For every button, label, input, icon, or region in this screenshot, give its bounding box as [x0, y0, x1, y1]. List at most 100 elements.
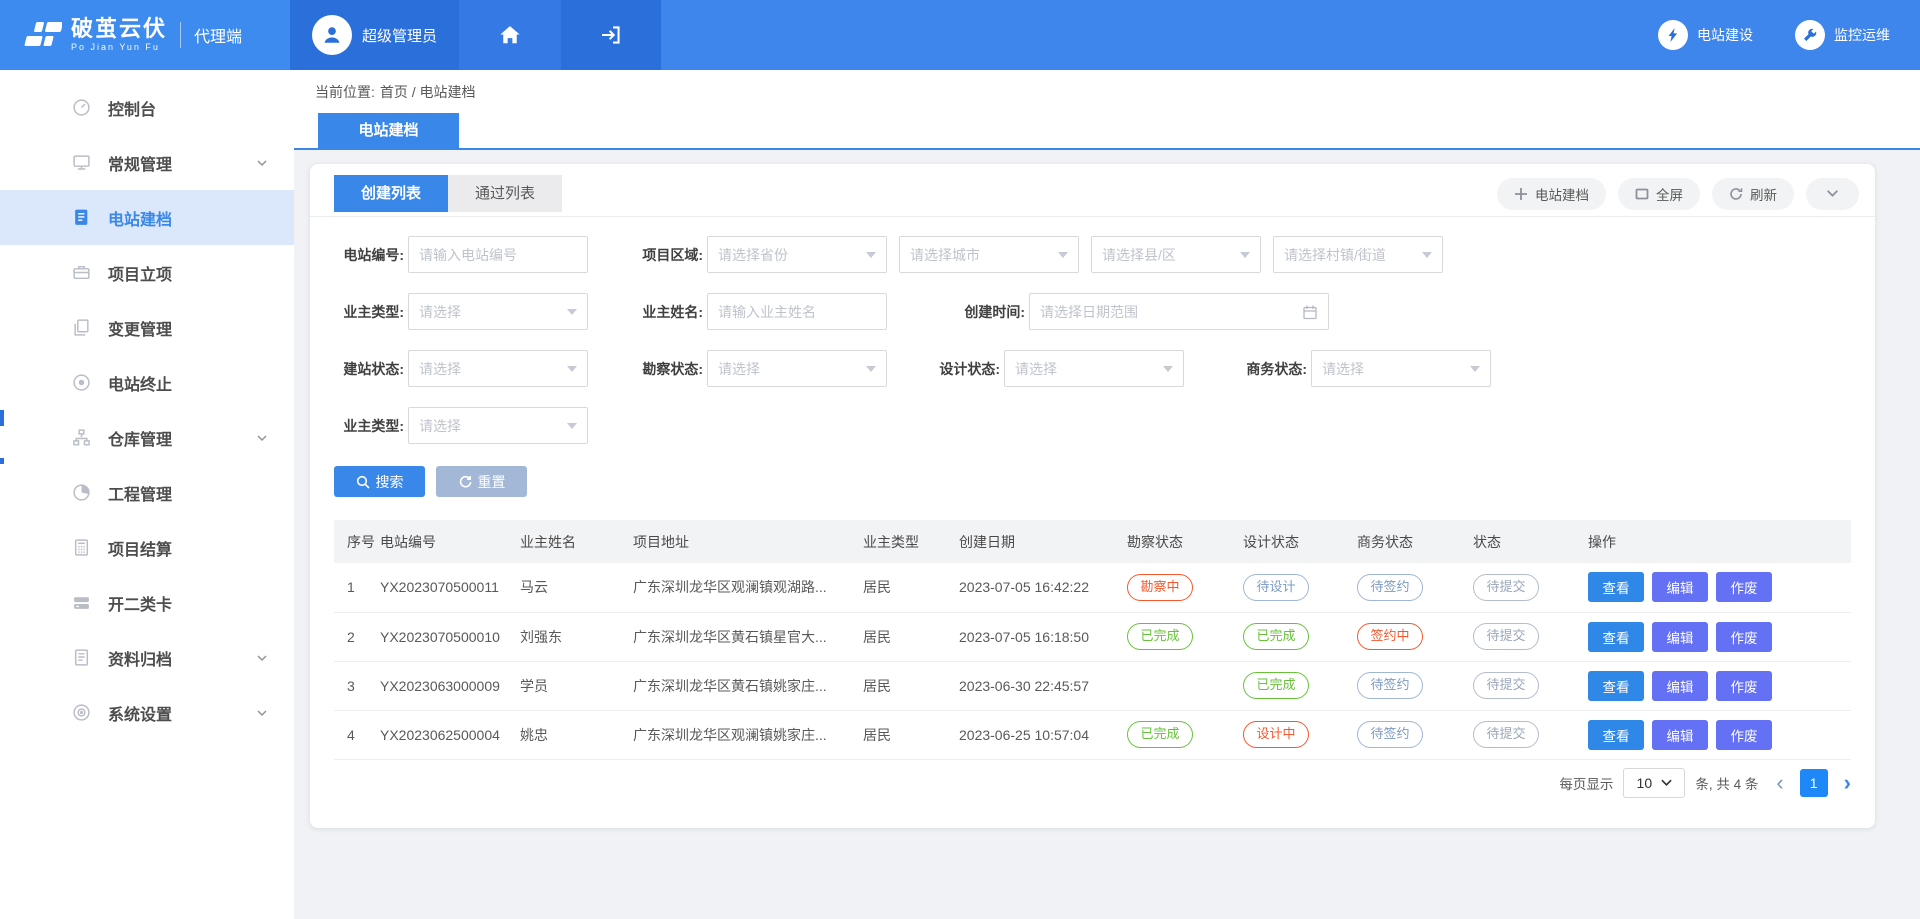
sidebar-item-general-mgmt[interactable]: 常规管理: [0, 135, 294, 190]
home-icon: [499, 24, 521, 46]
reset-button[interactable]: 重置: [436, 466, 527, 497]
col-business: 商务状态: [1357, 520, 1473, 563]
page-number-button[interactable]: 1: [1800, 769, 1828, 797]
caret-down-icon: [567, 309, 577, 315]
tab-passed-list[interactable]: 通过列表: [448, 175, 562, 212]
county-select[interactable]: 请选择县/区: [1091, 236, 1261, 273]
brand-title: 破茧云伏: [71, 17, 167, 40]
wrench-icon: [1802, 27, 1818, 43]
sidebar-item-type2-card[interactable]: 开二类卡: [0, 575, 294, 630]
void-button[interactable]: 作废: [1716, 720, 1772, 750]
sidebar-item-engineering-mgmt[interactable]: 工程管理: [0, 465, 294, 520]
town-select[interactable]: 请选择村镇/街道: [1273, 236, 1443, 273]
sidebar-item-project-initiation[interactable]: 项目立项: [0, 245, 294, 300]
void-button[interactable]: 作废: [1716, 671, 1772, 701]
page-size-select[interactable]: 10: [1623, 768, 1685, 798]
logout-button[interactable]: [561, 0, 661, 70]
breadcrumb-path[interactable]: 首页 / 电站建档: [380, 82, 476, 102]
date-range-picker[interactable]: 请选择日期范围: [1029, 293, 1329, 330]
filter-label-owner-type-2: 业主类型:: [334, 416, 404, 436]
filter-label-region: 项目区域:: [633, 245, 703, 265]
per-page-label: 每页显示: [1559, 773, 1613, 793]
sidebar-item-data-archive[interactable]: 资料归档: [0, 630, 294, 685]
settings-icon: [72, 703, 92, 723]
survey-status-badge: 勘察中: [1127, 574, 1193, 601]
sidebar-item-warehouse-mgmt[interactable]: 仓库管理: [0, 410, 294, 465]
city-select[interactable]: 请选择城市: [899, 236, 1079, 273]
sidebar-item-system-settings[interactable]: 系统设置: [0, 685, 294, 740]
nav-monitor-ops[interactable]: 监控运维: [1795, 20, 1890, 50]
list-card: 创建列表 通过列表 电站建档: [310, 164, 1875, 828]
breadcrumb: 当前位置: 首页 / 电站建档: [294, 70, 1920, 113]
build-status-select[interactable]: 请选择: [408, 350, 588, 387]
void-button[interactable]: 作废: [1716, 572, 1772, 602]
sidebar-scrollbar[interactable]: [0, 458, 4, 464]
pagination: 每页显示 10 条, 共 4 条 ‹ 1 ›: [334, 768, 1851, 798]
view-button[interactable]: 查看: [1588, 671, 1644, 701]
view-button[interactable]: 查看: [1588, 622, 1644, 652]
void-button[interactable]: 作废: [1716, 622, 1772, 652]
collapse-toolbar-button[interactable]: [1806, 178, 1859, 210]
view-button[interactable]: 查看: [1588, 720, 1644, 750]
filter-label-survey-status: 勘察状态:: [633, 359, 703, 379]
page-tab-station-archive[interactable]: 电站建档: [318, 113, 459, 148]
owner-type-select[interactable]: 请选择: [408, 293, 588, 330]
home-button[interactable]: [459, 0, 561, 70]
status-badge: 待提交: [1473, 623, 1539, 650]
sidebar-item-change-mgmt[interactable]: 变更管理: [0, 300, 294, 355]
edit-button[interactable]: 编辑: [1652, 622, 1708, 652]
edit-button[interactable]: 编辑: [1652, 572, 1708, 602]
tab-create-list[interactable]: 创建列表: [334, 175, 448, 212]
brand-subtitle: Po Jian Yun Fu: [71, 43, 167, 52]
chevron-down-icon: [256, 157, 268, 169]
col-no: 序号: [334, 520, 380, 563]
brand-logo-icon: [16, 15, 62, 55]
caret-down-icon: [1470, 366, 1480, 372]
view-button[interactable]: 查看: [1588, 572, 1644, 602]
sidebar-item-station-terminate[interactable]: 电站终止: [0, 355, 294, 410]
sidebar-item-console[interactable]: 控制台: [0, 80, 294, 135]
col-type: 业主类型: [863, 520, 959, 563]
nav-station-build[interactable]: 电站建设: [1658, 20, 1753, 50]
calendar-icon: [1302, 304, 1318, 320]
design-status-badge: 已完成: [1243, 623, 1309, 650]
sidebar-item-station-archive[interactable]: 电站建档: [0, 190, 294, 245]
status-badge: 待提交: [1473, 672, 1539, 699]
user-menu[interactable]: 超级管理员: [290, 0, 459, 70]
brand-area: 破茧云伏 Po Jian Yun Fu 代理端: [0, 0, 290, 70]
breadcrumb-label: 当前位置:: [315, 82, 375, 102]
caret-down-icon: [1058, 252, 1068, 258]
portal-label: 代理端: [180, 22, 242, 48]
col-survey: 勘察状态: [1127, 520, 1243, 563]
chevron-down-icon: [256, 432, 268, 444]
caret-down-icon: [1163, 366, 1173, 372]
province-select[interactable]: 请选择省份: [707, 236, 887, 273]
col-status: 状态: [1473, 520, 1588, 563]
owner-type-select-2[interactable]: 请选择: [408, 407, 588, 444]
station-no-input[interactable]: [408, 236, 588, 273]
prev-page-button[interactable]: ‹: [1776, 772, 1783, 794]
add-station-button[interactable]: 电站建档: [1497, 178, 1606, 210]
plus-icon: [1514, 187, 1528, 201]
page-tab-row: 电站建档: [294, 113, 1920, 150]
filter-form: 电站编号: 项目区域: 请选择省份 请选择城市 请选择县/区: [310, 217, 1875, 497]
design-status-select[interactable]: 请选择: [1004, 350, 1184, 387]
business-status-select[interactable]: 请选择: [1311, 350, 1491, 387]
document-icon: [72, 208, 92, 228]
sidebar-item-project-settlement[interactable]: 项目结算: [0, 520, 294, 575]
survey-status-select[interactable]: 请选择: [707, 350, 887, 387]
chevron-down-icon: [1661, 779, 1672, 786]
logout-icon: [600, 24, 622, 46]
col-created: 创建日期: [959, 520, 1127, 563]
edit-button[interactable]: 编辑: [1652, 720, 1708, 750]
owner-name-input[interactable]: [707, 293, 887, 330]
design-status-badge: 设计中: [1243, 721, 1309, 748]
edit-button[interactable]: 编辑: [1652, 671, 1708, 701]
refresh-button[interactable]: 刷新: [1712, 178, 1794, 210]
table-row: 2 YX2023070500010 刘强东 广东深圳龙华区黄石镇星官大... 居…: [334, 612, 1851, 661]
fullscreen-button[interactable]: 全屏: [1618, 178, 1700, 210]
next-page-button[interactable]: ›: [1844, 772, 1851, 794]
survey-status-badge: 已完成: [1127, 623, 1193, 650]
sidebar-scrollbar[interactable]: [0, 410, 4, 426]
search-button[interactable]: 搜索: [334, 466, 425, 497]
